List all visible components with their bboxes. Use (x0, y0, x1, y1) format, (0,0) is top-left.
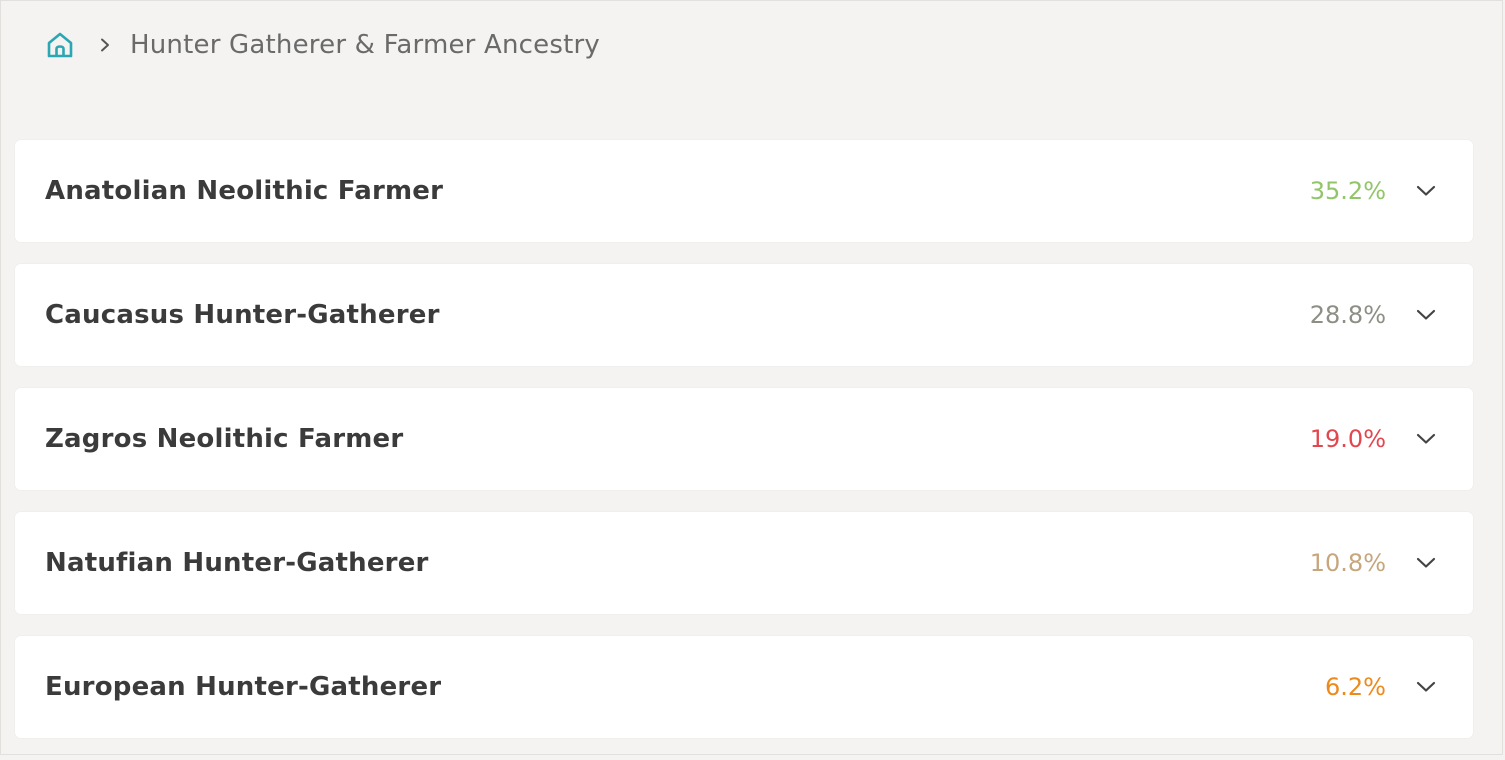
ancestry-row[interactable]: Natufian Hunter-Gatherer 10.8% (15, 512, 1473, 614)
ancestry-percent: 35.2% (1309, 177, 1386, 205)
breadcrumb: Hunter Gatherer & Farmer Ancestry (44, 27, 600, 63)
ancestry-percent: 10.8% (1309, 549, 1386, 577)
ancestry-row[interactable]: Anatolian Neolithic Farmer 35.2% (15, 140, 1473, 242)
ancestry-name: Natufian Hunter-Gatherer (45, 548, 429, 578)
ancestry-list: Anatolian Neolithic Farmer 35.2% Caucasu… (15, 140, 1473, 760)
ancestry-name: Zagros Neolithic Farmer (45, 424, 404, 454)
ancestry-row[interactable]: European Hunter-Gatherer 6.2% (15, 636, 1473, 738)
ancestry-name: Anatolian Neolithic Farmer (45, 176, 444, 206)
ancestry-row[interactable]: Zagros Neolithic Farmer 19.0% (15, 388, 1473, 490)
home-icon[interactable] (44, 29, 76, 61)
ancestry-percent: 19.0% (1309, 425, 1386, 453)
ancestry-name: European Hunter-Gatherer (45, 672, 442, 702)
chevron-down-icon[interactable] (1414, 427, 1438, 451)
chevron-right-icon (98, 38, 112, 52)
chevron-down-icon[interactable] (1414, 551, 1438, 575)
ancestry-percent: 6.2% (1325, 673, 1386, 701)
chevron-down-icon[interactable] (1414, 179, 1438, 203)
ancestry-row[interactable]: Caucasus Hunter-Gatherer 28.8% (15, 264, 1473, 366)
ancestry-percent: 28.8% (1309, 301, 1386, 329)
breadcrumb-current: Hunter Gatherer & Farmer Ancestry (130, 30, 600, 60)
chevron-down-icon[interactable] (1414, 303, 1438, 327)
ancestry-name: Caucasus Hunter-Gatherer (45, 300, 440, 330)
chevron-down-icon[interactable] (1414, 675, 1438, 699)
